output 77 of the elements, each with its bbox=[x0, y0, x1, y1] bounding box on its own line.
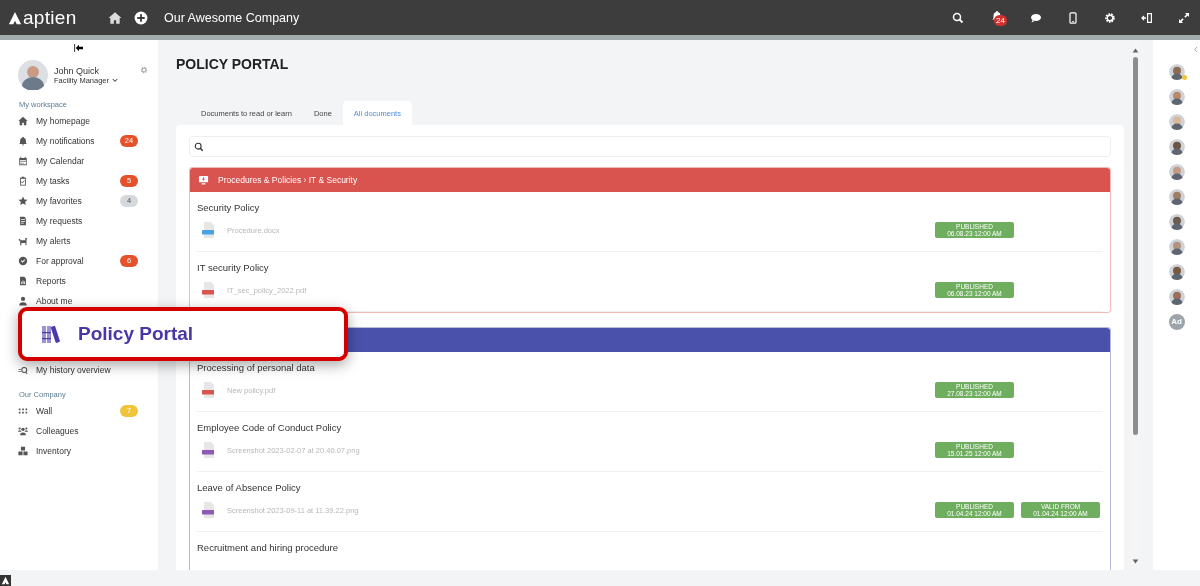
nav-item[interactable]: Reports bbox=[36, 276, 138, 286]
nav-item[interactable]: My requests bbox=[36, 216, 138, 226]
search-icon[interactable] bbox=[952, 11, 964, 24]
nav-item[interactable]: My notifications bbox=[36, 136, 120, 146]
scroll-down-icon[interactable] bbox=[1131, 559, 1139, 564]
nav-item[interactable]: My favorites bbox=[36, 196, 120, 206]
caret-icon[interactable] bbox=[112, 77, 119, 83]
nav-item[interactable]: For approval bbox=[36, 256, 120, 266]
report-icon[interactable] bbox=[18, 276, 28, 286]
avatar[interactable] bbox=[1168, 264, 1185, 280]
nav-item[interactable]: About me bbox=[36, 296, 138, 306]
history-search-icon[interactable] bbox=[18, 365, 28, 375]
file-icon[interactable] bbox=[202, 222, 216, 238]
callout-label: Policy Portal bbox=[78, 323, 194, 345]
avatar[interactable] bbox=[18, 60, 48, 90]
clipboard-icon[interactable] bbox=[18, 176, 28, 186]
boxes-icon[interactable] bbox=[18, 446, 28, 456]
policy-portal-tooltip[interactable]: Policy Portal bbox=[18, 307, 348, 361]
person-icon[interactable] bbox=[18, 296, 28, 306]
nav-item[interactable]: My Calendar bbox=[36, 156, 138, 166]
notification-count: 24 bbox=[994, 14, 1007, 26]
file-icon[interactable] bbox=[202, 442, 216, 458]
document-title[interactable]: Leave of Absence Policy bbox=[197, 472, 1103, 502]
nav-item[interactable]: Colleagues bbox=[36, 426, 138, 436]
star-icon[interactable] bbox=[18, 196, 28, 206]
avatar[interactable] bbox=[1168, 89, 1185, 105]
scroll-up-icon[interactable] bbox=[1131, 48, 1139, 53]
avatar[interactable] bbox=[1168, 214, 1185, 230]
home-icon[interactable] bbox=[108, 10, 122, 25]
grid-icon[interactable] bbox=[18, 406, 28, 416]
avatar[interactable] bbox=[1168, 239, 1185, 255]
nav-item[interactable]: My alerts bbox=[36, 236, 138, 246]
nav-item[interactable]: Wall bbox=[36, 406, 120, 416]
logo-icon bbox=[8, 10, 22, 25]
scrollbar-thumb[interactable] bbox=[1132, 57, 1138, 435]
expand-icon[interactable] bbox=[1178, 11, 1190, 24]
company-name[interactable]: Our Awesome Company bbox=[164, 10, 300, 25]
nav-item[interactable]: My tasks bbox=[36, 176, 120, 186]
avatar[interactable] bbox=[1168, 139, 1185, 155]
search-field[interactable] bbox=[189, 136, 1111, 157]
file-icon[interactable] bbox=[202, 282, 216, 298]
calendar-icon[interactable] bbox=[18, 156, 28, 166]
page-title: POLICY PORTAL bbox=[176, 56, 290, 72]
file-icon[interactable] bbox=[202, 382, 216, 398]
logo-text: aptien bbox=[23, 6, 77, 29]
avatar[interactable] bbox=[1168, 189, 1185, 205]
document-title[interactable]: IT security Policy bbox=[197, 252, 1103, 282]
logout-icon[interactable] bbox=[1141, 11, 1153, 24]
avatar[interactable] bbox=[1168, 164, 1185, 180]
nav-item[interactable]: My history overview bbox=[36, 365, 138, 375]
monitor-icon bbox=[198, 174, 209, 186]
document-title[interactable]: Employee Code of Conduct Policy bbox=[197, 412, 1103, 442]
user-name: John Quick bbox=[54, 65, 101, 76]
category-header[interactable]: Procedures & Policies › IT & Security bbox=[190, 168, 1110, 192]
avatar[interactable] bbox=[1168, 64, 1185, 80]
avatar[interactable] bbox=[1168, 289, 1185, 305]
file-icon[interactable] bbox=[202, 502, 216, 518]
document-icon[interactable] bbox=[18, 216, 28, 226]
document-title[interactable]: Security Policy bbox=[197, 192, 1103, 222]
notifications-button[interactable]: 24 bbox=[989, 9, 1005, 26]
bell-icon[interactable] bbox=[18, 136, 28, 146]
dog-icon[interactable] bbox=[18, 236, 28, 246]
search-icon bbox=[194, 141, 204, 152]
status-dot bbox=[1181, 75, 1187, 80]
phone-icon[interactable] bbox=[1067, 11, 1079, 24]
collapse-icon[interactable] bbox=[74, 44, 84, 52]
add-icon[interactable] bbox=[134, 10, 148, 25]
check-circle-icon[interactable] bbox=[18, 256, 28, 266]
document-title[interactable]: Recruitment and hiring procedure bbox=[197, 532, 1103, 562]
nav-item[interactable]: Inventory bbox=[36, 446, 138, 456]
nav-item[interactable]: My homepage bbox=[36, 116, 138, 126]
people-icon[interactable] bbox=[18, 426, 28, 436]
avatar[interactable] bbox=[1168, 114, 1185, 130]
app-icon[interactable] bbox=[0, 575, 11, 586]
category-title: Procedures & Policies › IT & Security bbox=[218, 175, 358, 185]
chat-icon[interactable] bbox=[1030, 11, 1042, 24]
home-icon[interactable] bbox=[18, 116, 28, 126]
